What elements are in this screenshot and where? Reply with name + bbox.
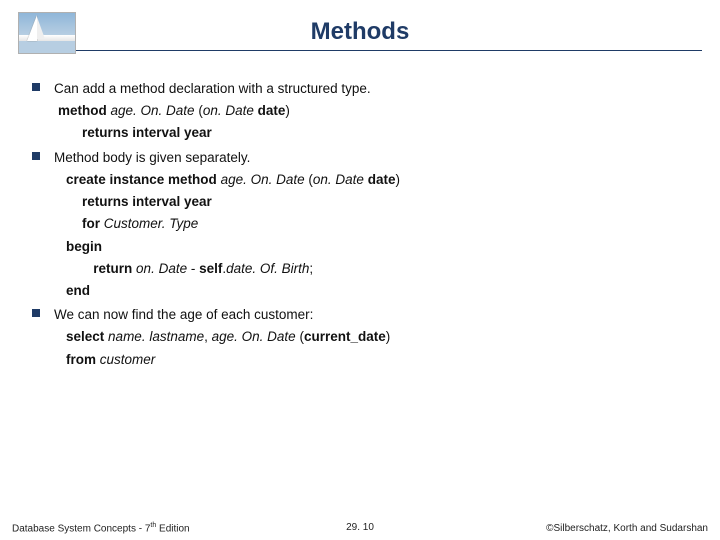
footer-left: Database System Concepts - 7th Edition [12,522,190,534]
square-bullet-icon [32,309,40,317]
slide-title: Methods [18,12,702,46]
bullet-lead: Can add a method declaration with a stru… [54,80,686,98]
code-line: create instance method age. On. Date (on… [54,171,686,189]
sail-shape-icon [37,17,45,39]
sail-shape-icon [27,15,37,41]
code-line: end [54,282,686,300]
header: Methods [18,12,702,58]
footer-left-text2: Edition [156,523,189,534]
code-line: begin [54,238,686,256]
content-body: Can add a method declaration with a stru… [18,80,702,369]
code-line: for Customer. Type [54,215,686,233]
bullet-item: Can add a method declaration with a stru… [54,80,686,143]
square-bullet-icon [32,152,40,160]
bullet-item: Method body is given separately. create i… [54,149,686,301]
slide: Methods Can add a method declaration wit… [0,0,720,540]
code-line: returns interval year [54,124,686,142]
footer-left-text: Database System Concepts - 7 [12,523,150,534]
bullet-lead: We can now find the age of each customer… [54,306,686,324]
bullet-item: We can now find the age of each customer… [54,306,686,369]
code-line: from customer [54,351,686,369]
code-line: select name. lastname, age. On. Date (cu… [54,328,686,346]
sailboat-logo [18,12,76,54]
footer-center: 29. 10 [346,522,374,533]
code-line: returns interval year [54,193,686,211]
title-rule [18,50,702,51]
footer: Database System Concepts - 7th Edition 2… [0,522,720,534]
footer-right: ©Silberschatz, Korth and Sudarshan [546,523,708,534]
code-line: return on. Date - self.date. Of. Birth; [54,260,686,278]
code-line: method age. On. Date (on. Date date) [54,102,686,120]
square-bullet-icon [32,83,40,91]
bullet-lead: Method body is given separately. [54,149,686,167]
